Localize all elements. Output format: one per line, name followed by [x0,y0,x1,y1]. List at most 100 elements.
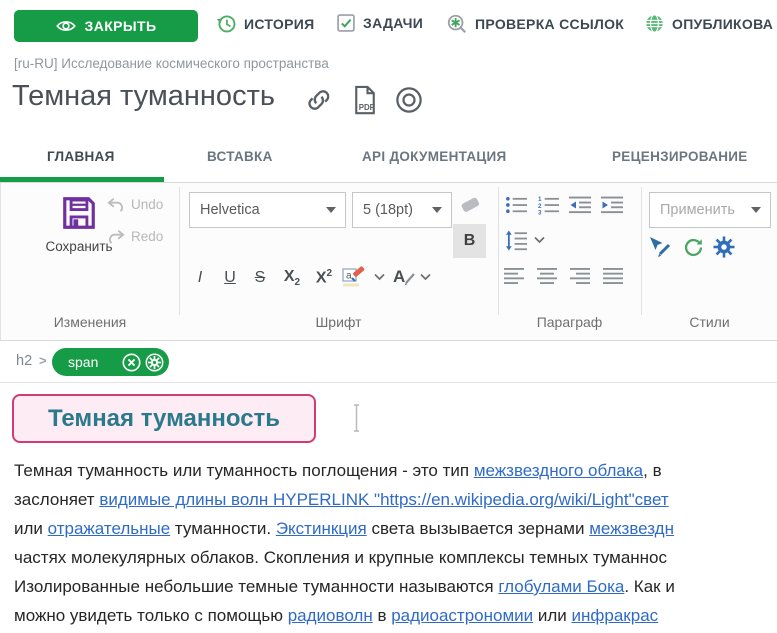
hyperlink[interactable]: глобулами Бока [498,577,624,596]
chevron-down-icon [432,207,442,213]
history-label: ИСТОРИЯ [244,15,315,32]
link-check-button[interactable]: ПРОВЕРКА ССЫЛОК [446,13,624,35]
path-ancestor-h2[interactable]: h2 [16,353,32,369]
text-line: частях молекулярных облаков. Скопления и… [14,543,777,572]
eye-icon [55,19,76,33]
hyperlink[interactable]: радиоастрономии [391,606,533,625]
close-button[interactable]: ЗАКРЫТЬ [14,10,198,42]
font-color-icon: A [393,267,415,286]
hyperlink[interactable]: отражательные [48,519,171,538]
element-settings-gear-icon[interactable] [144,352,165,373]
underline-button[interactable]: U [219,265,241,291]
selected-heading-highlight[interactable]: Темная туманность [12,394,316,443]
hyperlink[interactable]: межзвездн [589,519,674,538]
font-size-select[interactable]: 5 (18pt) [352,192,452,228]
refresh-styles-button[interactable] [681,235,705,259]
text-line: или отражательные туманности. Экстинкция… [14,514,777,543]
editor-content[interactable]: Темная туманность Темная туманность или … [0,383,777,633]
close-button-label: ЗАКРЫТЬ [84,18,157,34]
tab-insert[interactable]: ВСТАВКА [207,149,273,164]
bold-label: B [463,232,476,249]
superscript-button[interactable]: X2 [311,265,337,291]
align-center-icon [537,268,557,284]
superscript-digit: 2 [326,268,333,280]
undo-button[interactable]: Undo [107,197,163,212]
decrease-indent-button[interactable] [566,193,593,217]
text-line: Изолированные небольшие темные туманност… [14,572,777,601]
refresh-icon [684,238,702,256]
tab-home[interactable]: ГЛАВНАЯ [47,149,115,164]
hyperlink[interactable]: инфракрас [572,606,659,625]
svg-text:A: A [393,267,405,286]
history-button[interactable]: ИСТОРИЯ [216,13,314,34]
group-label-changes: Изменения [53,314,127,330]
group-divider [498,187,499,315]
strikethrough-button[interactable]: S [249,265,271,291]
top-toolbar: ЗАКРЫТЬ ИСТОРИЯ ЗАДАЧИ ПРОВЕРКА ССЫЛОК О… [0,0,777,50]
italic-button[interactable]: I [191,265,209,291]
content-heading: Темная туманность [47,404,281,432]
increase-indent-button[interactable] [598,193,625,217]
paragraph[interactable]: Темная туманность или туманность поглоще… [14,456,777,630]
preview-icon[interactable] [394,85,424,115]
style-settings-button[interactable] [711,235,737,259]
checkbox-check-icon [336,13,356,33]
align-left-button[interactable] [501,265,527,287]
line-spacing-button[interactable] [503,228,529,252]
outdent-icon [568,196,591,214]
export-pdf-icon[interactable]: PDF [352,85,378,115]
subscript-digit: 2 [294,277,301,289]
selected-element-pill[interactable]: span [52,348,169,376]
apply-style-select[interactable]: Применить [649,192,771,228]
clear-formatting-button[interactable] [458,193,484,217]
text-run: . Как и [624,577,675,596]
gear-icon [713,236,735,258]
hyperlink[interactable]: межзвездного облака [474,461,643,480]
align-center-button[interactable] [534,265,560,287]
numbered-list-button[interactable]: 123 [535,193,561,217]
tasks-button[interactable]: ЗАДАЧИ [336,13,423,33]
text-run: Темная туманность или туманность поглоще… [14,461,474,480]
cursor-pencil-icon [650,237,671,257]
align-right-button[interactable] [567,265,593,287]
italic-label: I [197,269,203,286]
redo-button[interactable]: Redo [107,229,163,244]
tab-review[interactable]: РЕЦЕНЗИРОВАНИЕ [612,149,748,164]
align-justify-button[interactable] [600,265,626,287]
hyperlink[interactable]: видимые длины волн HYPERLINK "https://en… [99,490,668,509]
link-check-label: ПРОВЕРКА ССЫЛОК [475,16,625,32]
tasks-label: ЗАДАЧИ [363,15,424,31]
style-picker-button[interactable] [647,235,673,259]
highlight-color-button[interactable]: a [341,263,369,291]
ribbon-tabs: ГЛАВНАЯ ВСТАВКА API ДОКУМЕНТАЦИЯ РЕЦЕНЗИ… [0,140,777,182]
highlight-color-dropdown[interactable] [372,271,386,283]
font-family-select[interactable]: Helvetica [189,192,346,228]
text-run: в [372,606,392,625]
line-spacing-dropdown[interactable] [532,234,546,246]
tab-api-documentation[interactable]: API ДОКУМЕНТАЦИЯ [362,149,507,164]
eraser-icon [461,197,480,212]
globe-icon [644,13,665,34]
subscript-button[interactable]: X2 [279,265,305,291]
font-color-dropdown[interactable] [418,271,432,283]
bullet-list-button[interactable] [503,193,529,217]
font-color-button[interactable]: A [389,263,417,291]
text-run: Изолированные небольшие темные туманност… [14,577,499,596]
selected-element-tag: span [68,354,99,370]
group-divider [641,187,642,315]
superscript-base: X [315,269,327,287]
bold-button[interactable]: B [453,224,486,258]
chevron-down-icon [751,207,761,213]
hyperlink[interactable]: Экстинкция [276,519,367,538]
hyperlink[interactable]: радиоволн [288,606,373,625]
text-run: заслоняет [14,490,100,509]
chevron-down-icon [533,236,545,244]
text-run: можно увидеть только с помощью [14,606,288,625]
remove-element-icon[interactable] [121,352,142,373]
redo-label: Redo [131,229,164,244]
text-run: туманности. [170,519,276,538]
text-run: или [14,519,48,538]
publish-button[interactable]: ОПУБЛИКОВА [644,13,773,34]
copy-link-icon[interactable] [303,87,336,113]
breadcrumb: [ru-RU] Исследование космического простр… [14,56,329,71]
